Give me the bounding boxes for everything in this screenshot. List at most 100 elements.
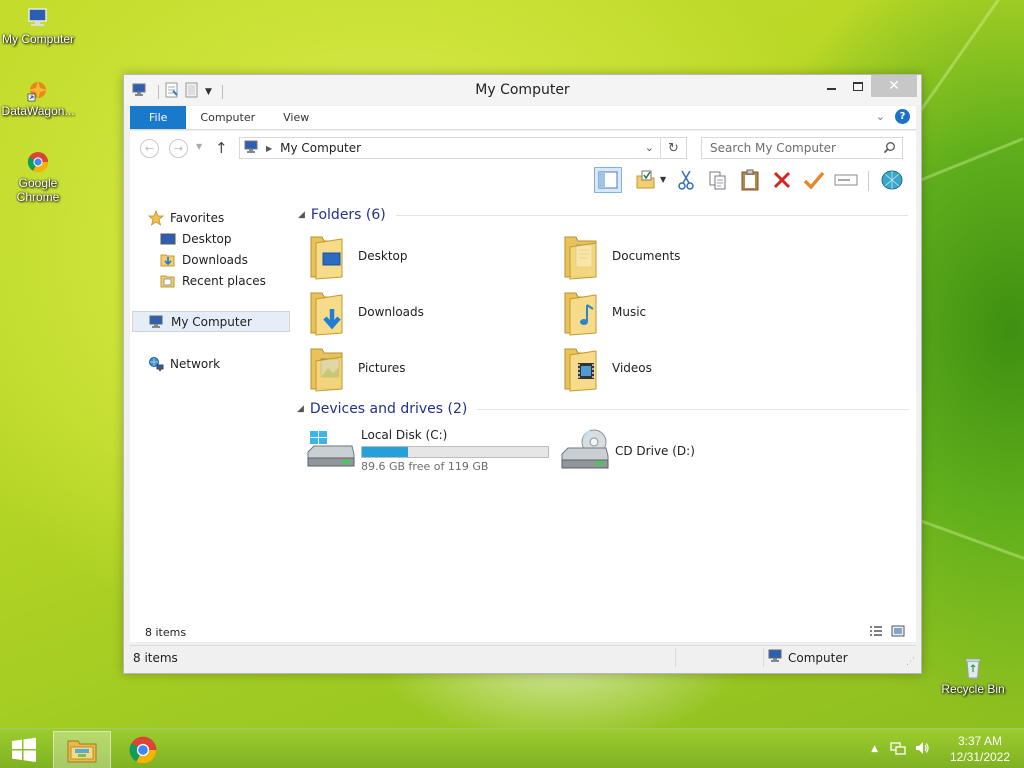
nav-network[interactable]: Network bbox=[148, 353, 306, 374]
tab-computer[interactable]: Computer bbox=[186, 106, 269, 129]
desktop-icon-label: DataWagon... bbox=[1, 104, 75, 118]
folder-desktop[interactable]: Desktop bbox=[308, 230, 548, 282]
clock-date: 12/31/2022 bbox=[949, 750, 1011, 764]
tab-view[interactable]: View bbox=[269, 106, 323, 129]
status-bar: 8 items Computer ⋰ bbox=[130, 645, 916, 668]
paste-button[interactable] bbox=[736, 167, 764, 193]
recent-locations-icon[interactable]: ▼ bbox=[196, 142, 202, 151]
breadcrumb-separator-icon[interactable]: ▶ bbox=[266, 144, 272, 153]
folder-videos[interactable]: Videos bbox=[562, 342, 802, 394]
nav-label: My Computer bbox=[171, 314, 252, 329]
search-icon[interactable] bbox=[883, 141, 896, 157]
taskbar-chrome[interactable] bbox=[114, 731, 172, 768]
select-items-button[interactable] bbox=[632, 167, 660, 193]
scissors-icon bbox=[678, 170, 694, 190]
rename-button[interactable] bbox=[832, 167, 860, 193]
forward-button[interactable]: → bbox=[169, 139, 188, 158]
desktop-icon-label: Google Chrome bbox=[16, 176, 60, 204]
nav-label: Recent places bbox=[182, 273, 266, 288]
taskbar-clock[interactable]: 3:37 AM 12/31/2022 bbox=[942, 733, 1018, 765]
start-button[interactable] bbox=[0, 731, 48, 768]
back-button[interactable]: ← bbox=[140, 139, 159, 158]
command-toolbar: ▼ bbox=[130, 165, 916, 197]
folder-downloads[interactable]: Downloads bbox=[308, 286, 548, 338]
downloads-icon bbox=[160, 252, 176, 268]
cut-button[interactable] bbox=[672, 167, 700, 193]
address-dropdown-icon[interactable]: ⌄ bbox=[645, 141, 654, 154]
search-input[interactable] bbox=[710, 141, 878, 155]
desktop-icon-recycle-bin[interactable]: Recycle Bin bbox=[935, 656, 1011, 696]
chevron-down-icon[interactable]: ▼ bbox=[660, 175, 666, 184]
drive-c[interactable]: Local Disk (C:) 89.6 GB free of 119 GB bbox=[306, 428, 549, 474]
computer-icon bbox=[244, 140, 260, 157]
folder-documents[interactable]: Documents bbox=[562, 230, 802, 282]
volume-icon[interactable] bbox=[914, 740, 930, 759]
minimize-icon bbox=[826, 88, 836, 90]
arrow-right-icon: → bbox=[173, 142, 184, 155]
refresh-button[interactable]: ↻ bbox=[661, 137, 687, 159]
folder-music[interactable]: Music bbox=[562, 286, 802, 338]
computer-icon bbox=[149, 314, 165, 330]
title-bar[interactable]: ▼ My Computer ✕ bbox=[124, 75, 921, 105]
taskbar-file-explorer[interactable] bbox=[53, 731, 111, 768]
copy-icon bbox=[709, 171, 726, 190]
expand-ribbon-icon[interactable]: ⌄ bbox=[876, 110, 885, 123]
folder-icon bbox=[562, 233, 600, 280]
address-row: ← → ▼ ↑ ▶ My Computer ⌄ ↻ bbox=[130, 131, 916, 165]
folder-label: Downloads bbox=[358, 305, 424, 319]
maximize-icon bbox=[853, 81, 863, 91]
drive-d[interactable]: CD Drive (D:) bbox=[560, 428, 695, 474]
nav-label: Downloads bbox=[182, 252, 248, 267]
desktop-icon-datawagon[interactable]: DataWagon... bbox=[0, 78, 76, 118]
resize-grip-icon[interactable]: ⋰ bbox=[906, 657, 915, 667]
maximize-button[interactable] bbox=[844, 75, 872, 97]
drive-label: Local Disk (C:) bbox=[361, 428, 448, 442]
items-count: 8 items bbox=[145, 626, 187, 639]
delete-x-icon bbox=[773, 171, 791, 189]
properties-button[interactable] bbox=[800, 167, 828, 193]
ribbon-tabs: File Computer View ⌄ ? bbox=[130, 106, 916, 130]
tab-file[interactable]: File bbox=[130, 106, 187, 129]
nav-favorites[interactable]: Favorites bbox=[148, 207, 306, 228]
folder-icon bbox=[308, 289, 346, 336]
chrome-icon bbox=[129, 736, 157, 764]
group-title: Folders (6) bbox=[310, 207, 386, 223]
address-bar[interactable]: ▶ My Computer ⌄ bbox=[239, 137, 661, 159]
help-icon[interactable]: ? bbox=[895, 109, 910, 124]
up-button[interactable]: ↑ bbox=[215, 139, 228, 157]
drives-group-header[interactable]: ◢ Devices and drives (2) bbox=[297, 401, 909, 417]
desktop-icon-my-computer[interactable]: My Computer bbox=[0, 6, 76, 46]
preview-pane-button[interactable] bbox=[594, 167, 622, 193]
separator bbox=[675, 648, 676, 667]
shell-button[interactable] bbox=[878, 167, 906, 193]
folder-pictures[interactable]: Pictures bbox=[308, 342, 548, 394]
drive-info: Local Disk (C:) 89.6 GB free of 119 GB bbox=[361, 428, 549, 473]
desktop-icon-label: Recycle Bin bbox=[941, 682, 1005, 696]
nav-my-computer[interactable]: My Computer bbox=[132, 311, 290, 332]
star-icon bbox=[148, 209, 164, 226]
large-icons-view-icon[interactable] bbox=[891, 625, 905, 640]
network-status-icon[interactable] bbox=[890, 740, 906, 759]
folder-label: Videos bbox=[612, 361, 652, 375]
nav-label: Favorites bbox=[170, 210, 225, 225]
minimize-button[interactable] bbox=[817, 75, 845, 97]
hard-drive-icon bbox=[306, 428, 356, 474]
clipboard-icon bbox=[741, 169, 759, 191]
delete-button[interactable] bbox=[768, 167, 796, 193]
search-box[interactable] bbox=[701, 137, 903, 159]
details-view-icon[interactable] bbox=[869, 625, 883, 640]
navigation-pane: Favorites Desktop Downloads Recent place… bbox=[130, 197, 290, 642]
desktop-icon-google-chrome[interactable]: Google Chrome bbox=[0, 150, 76, 204]
show-hidden-icons-icon[interactable]: ▲ bbox=[871, 744, 878, 754]
status-items: 8 items bbox=[133, 650, 178, 665]
breadcrumb-my-computer[interactable]: My Computer bbox=[280, 141, 361, 155]
window-title: My Computer bbox=[475, 82, 570, 98]
folder-icon bbox=[562, 345, 600, 392]
close-button[interactable]: ✕ bbox=[871, 75, 917, 97]
folder-icon bbox=[308, 233, 346, 280]
copy-button[interactable] bbox=[704, 167, 732, 193]
folders-group-header[interactable]: ◢ Folders (6) bbox=[298, 207, 908, 223]
computer-icon bbox=[26, 6, 50, 30]
collapse-triangle-icon: ◢ bbox=[297, 404, 304, 414]
network-icon bbox=[148, 356, 164, 372]
